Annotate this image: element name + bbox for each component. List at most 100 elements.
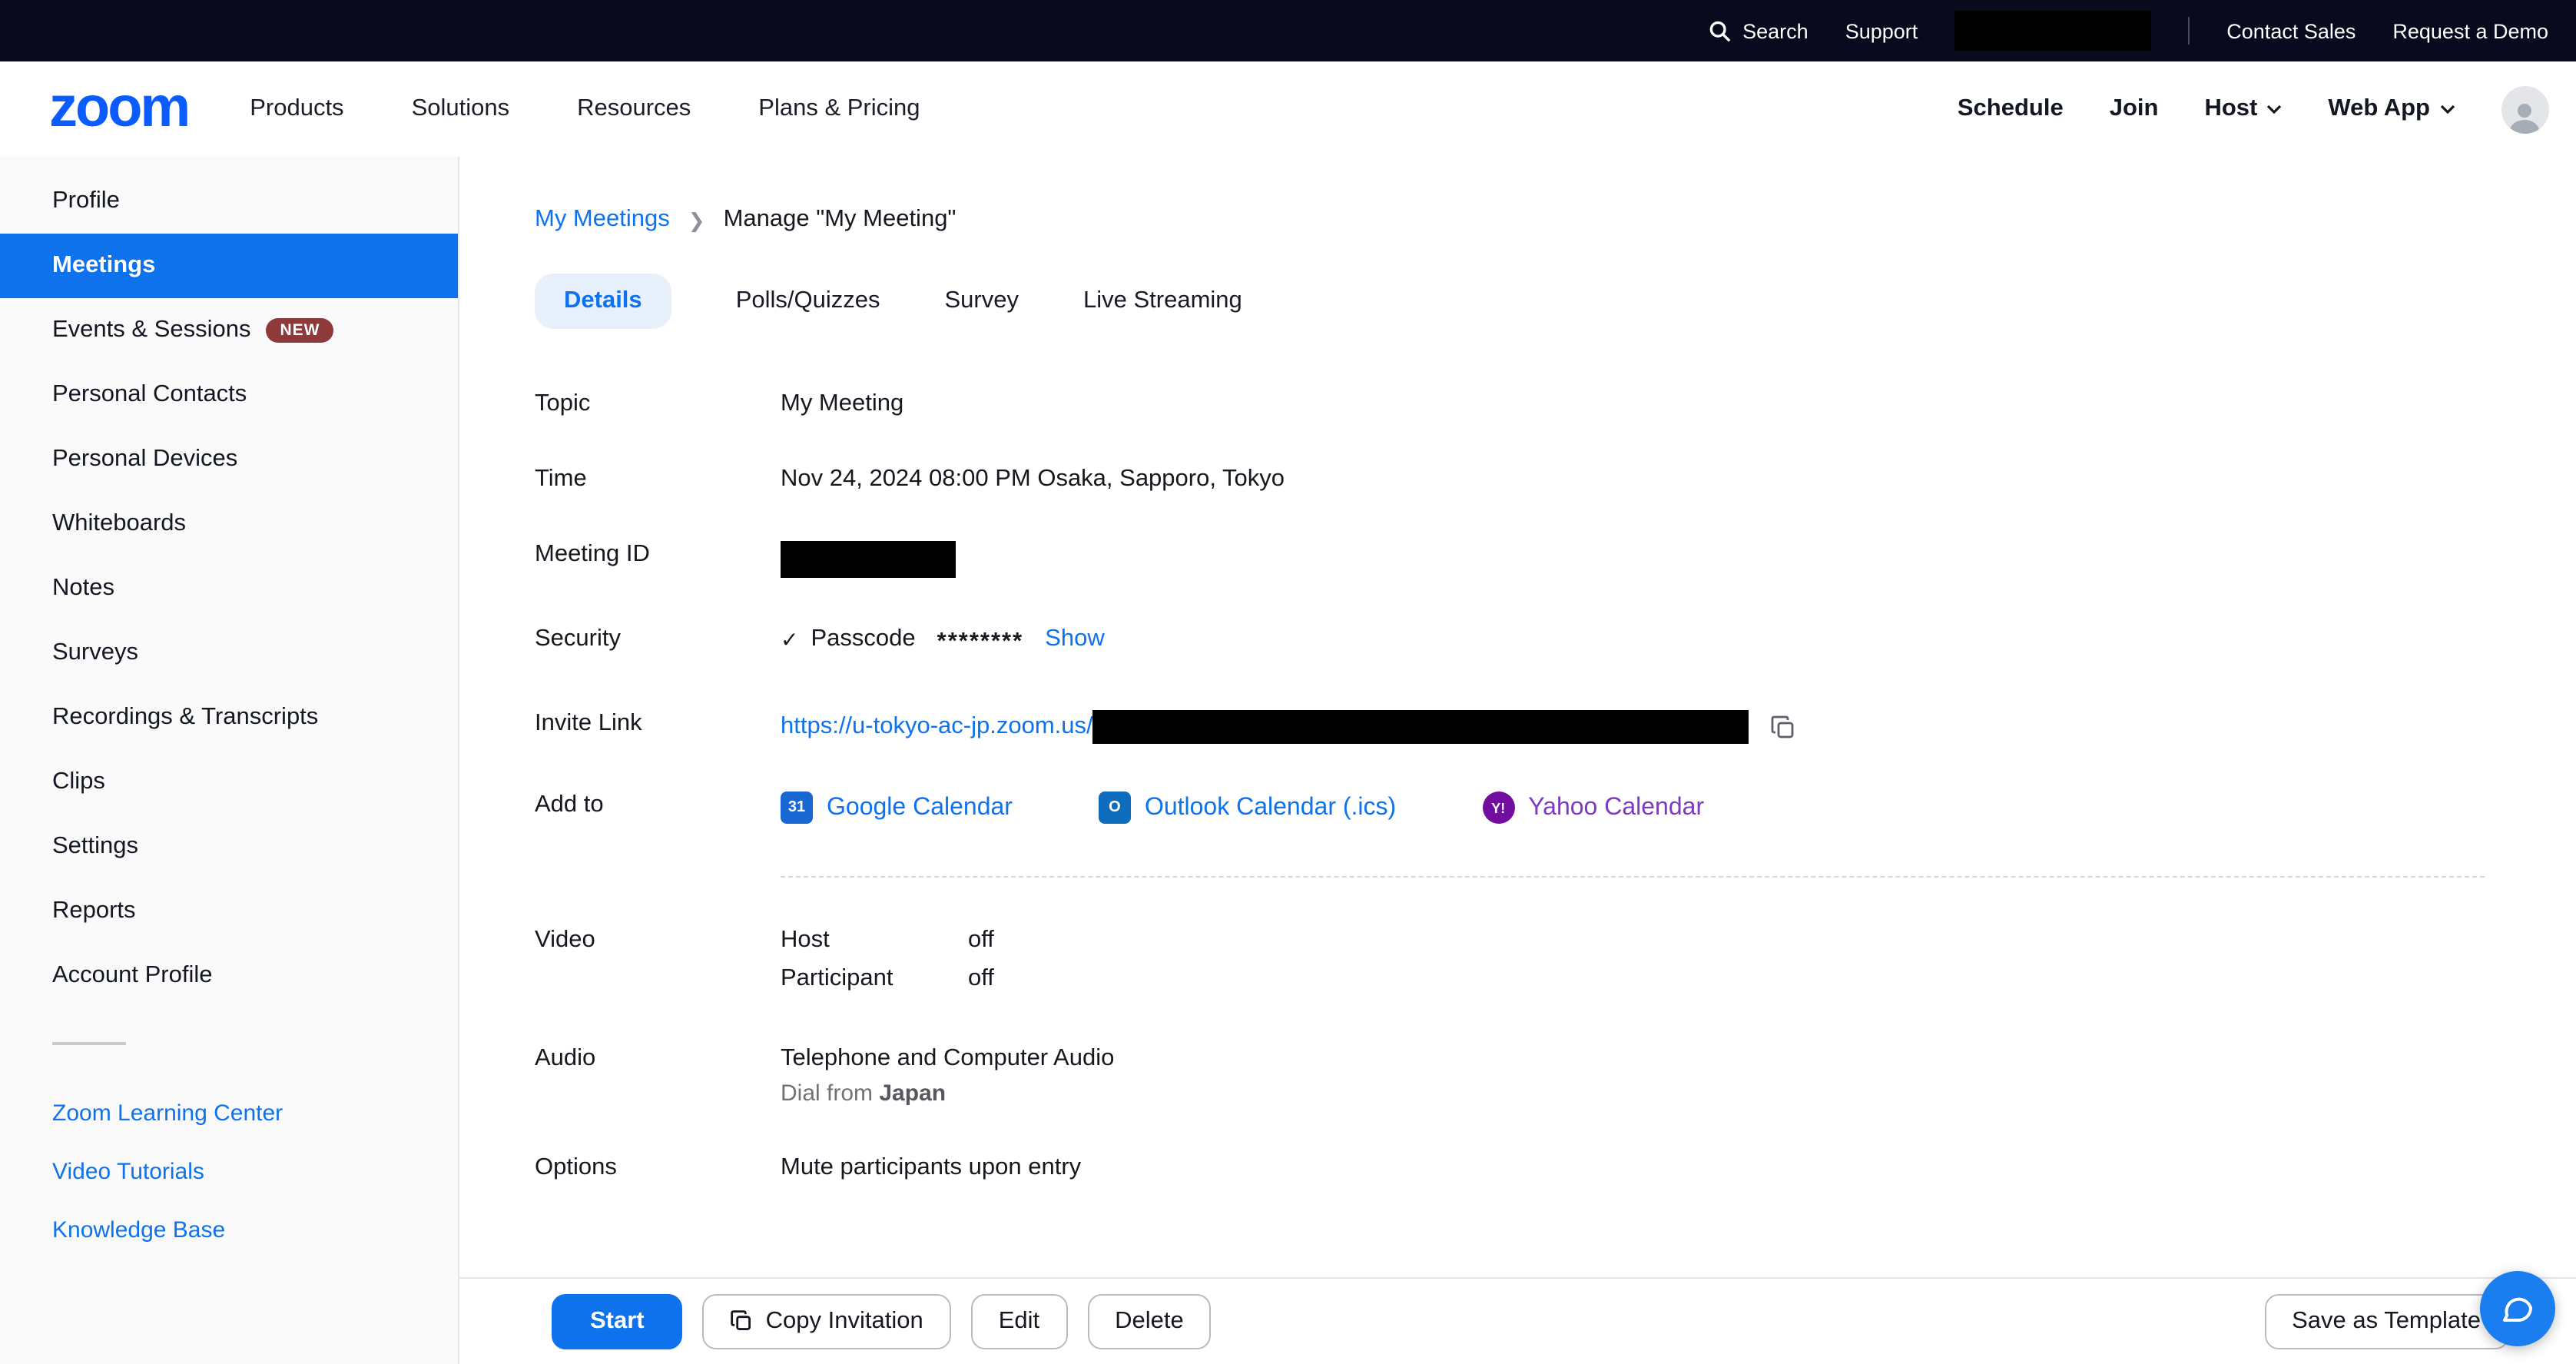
google-calendar-link[interactable]: 31 Google Calendar bbox=[781, 792, 1013, 824]
host-menu[interactable]: Host bbox=[2204, 95, 2282, 123]
security-label: Security bbox=[535, 626, 781, 653]
main-nav: Products Solutions Resources Plans & Pri… bbox=[250, 95, 920, 123]
zoom-web-portal: Search Support Contact Sales Request a D… bbox=[0, 0, 2576, 1364]
sidebar-item-whiteboards[interactable]: Whiteboards bbox=[0, 492, 458, 556]
add-to-label: Add to bbox=[535, 792, 781, 824]
show-passcode-link[interactable]: Show bbox=[1045, 626, 1105, 653]
passcode-label: Passcode bbox=[811, 626, 915, 653]
yahoo-calendar-link[interactable]: Y! Yahoo Calendar bbox=[1482, 792, 1704, 824]
request-demo-link[interactable]: Request a Demo bbox=[2392, 19, 2548, 42]
field-options: Options Mute participants upon entry bbox=[535, 1154, 2484, 1182]
sidebar-item-settings[interactable]: Settings bbox=[0, 815, 458, 879]
chat-bubble-icon bbox=[2498, 1289, 2535, 1326]
meeting-id-label: Meeting ID bbox=[535, 541, 781, 578]
topic-value: My Meeting bbox=[781, 390, 903, 418]
header-actions: Schedule Join Host Web App bbox=[1958, 85, 2548, 133]
redacted-account-info bbox=[1954, 11, 2151, 51]
field-time: Time Nov 24, 2024 08:00 PM Osaka, Sappor… bbox=[535, 466, 2484, 493]
copy-icon bbox=[1771, 714, 1797, 740]
tab-live-streaming[interactable]: Live Streaming bbox=[1083, 274, 1242, 329]
nav-products[interactable]: Products bbox=[250, 95, 343, 123]
sidebar-item-recordings-transcripts[interactable]: Recordings & Transcripts bbox=[0, 685, 458, 750]
top-utility-bar: Search Support Contact Sales Request a D… bbox=[0, 0, 2576, 61]
sidebar-item-account-profile[interactable]: Account Profile bbox=[0, 944, 458, 1008]
video-host-label: Host bbox=[781, 927, 968, 954]
webapp-menu[interactable]: Web App bbox=[2328, 95, 2455, 123]
sidebar-item-meetings[interactable]: Meetings bbox=[0, 234, 458, 298]
copy-icon bbox=[731, 1309, 754, 1332]
dial-from-line: Dial from Japan bbox=[781, 1080, 1114, 1107]
avatar[interactable] bbox=[2501, 85, 2548, 133]
chevron-right-icon: ❯ bbox=[688, 208, 705, 233]
video-label: Video bbox=[535, 927, 781, 1004]
passcode-mask: ******** bbox=[937, 629, 1024, 656]
chevron-down-icon bbox=[2266, 101, 2282, 117]
audio-value: Telephone and Computer Audio bbox=[781, 1045, 1114, 1073]
breadcrumb: My Meetings ❯ Manage "My Meeting" bbox=[535, 206, 2484, 234]
sidebar-link-video-tutorials[interactable]: Video Tutorials bbox=[0, 1143, 458, 1202]
join-link[interactable]: Join bbox=[2110, 95, 2159, 123]
sidebar-item-profile[interactable]: Profile bbox=[0, 169, 458, 234]
google-calendar-icon: 31 bbox=[781, 792, 813, 824]
options-label: Options bbox=[535, 1154, 781, 1182]
start-button[interactable]: Start bbox=[552, 1293, 683, 1349]
nav-plans-pricing[interactable]: Plans & Pricing bbox=[758, 95, 920, 123]
field-video: Video Host off Participant off bbox=[535, 927, 2484, 1004]
search-button[interactable]: Search bbox=[1709, 19, 1809, 42]
field-meeting-id: Meeting ID bbox=[535, 541, 2484, 578]
video-participant-label: Participant bbox=[781, 965, 968, 993]
support-link[interactable]: Support bbox=[1845, 19, 1918, 42]
field-audio: Audio Telephone and Computer Audio Dial … bbox=[535, 1045, 2484, 1107]
nav-resources[interactable]: Resources bbox=[577, 95, 691, 123]
time-value: Nov 24, 2024 08:00 PM Osaka, Sapporo, To… bbox=[781, 466, 1285, 493]
invite-url-link[interactable]: https://u-tokyo-ac-jp.zoom.us/ bbox=[781, 713, 1093, 741]
sidebar-divider bbox=[52, 1042, 126, 1045]
copy-invite-link-button[interactable] bbox=[1771, 714, 1797, 740]
field-invite-link: Invite Link https://u-tokyo-ac-jp.zoom.u… bbox=[535, 710, 2484, 744]
sidebar-item-reports[interactable]: Reports bbox=[0, 879, 458, 944]
tab-survey[interactable]: Survey bbox=[945, 274, 1019, 329]
chevron-down-icon bbox=[2439, 101, 2455, 117]
edit-button[interactable]: Edit bbox=[971, 1293, 1067, 1349]
sidebar-item-surveys[interactable]: Surveys bbox=[0, 621, 458, 685]
search-label: Search bbox=[1742, 19, 1809, 42]
person-icon bbox=[2506, 96, 2543, 133]
main-header: zoom Products Solutions Resources Plans … bbox=[0, 61, 2576, 158]
meeting-details: Topic My Meeting Time Nov 24, 2024 08:00… bbox=[535, 390, 2484, 1182]
video-participant-row: Participant off bbox=[781, 965, 994, 993]
video-host-row: Host off bbox=[781, 927, 994, 954]
contact-sales-link[interactable]: Contact Sales bbox=[2226, 19, 2356, 42]
schedule-link[interactable]: Schedule bbox=[1958, 95, 2064, 123]
sidebar-link-knowledge-base[interactable]: Knowledge Base bbox=[0, 1202, 458, 1260]
video-host-value: off bbox=[968, 927, 994, 954]
time-label: Time bbox=[535, 466, 781, 493]
outlook-calendar-link[interactable]: O Outlook Calendar (.ics) bbox=[1099, 792, 1396, 824]
topbar-divider bbox=[2188, 17, 2190, 45]
dial-from-country: Japan bbox=[879, 1080, 946, 1107]
sidebar-item-events-sessions[interactable]: Events & Sessions NEW bbox=[0, 298, 458, 363]
delete-button[interactable]: Delete bbox=[1087, 1293, 1212, 1349]
invite-link-label: Invite Link bbox=[535, 710, 781, 744]
redacted-meeting-id bbox=[781, 541, 956, 578]
zoom-logo[interactable]: zoom bbox=[49, 78, 188, 134]
check-icon: ✓ bbox=[781, 626, 798, 652]
sidebar-link-learning-center[interactable]: Zoom Learning Center bbox=[0, 1085, 458, 1143]
field-topic: Topic My Meeting bbox=[535, 390, 2484, 418]
breadcrumb-current: Manage "My Meeting" bbox=[724, 206, 956, 234]
new-badge: NEW bbox=[266, 318, 333, 343]
chat-widget-button[interactable] bbox=[2479, 1270, 2554, 1346]
tab-polls-quizzes[interactable]: Polls/Quizzes bbox=[736, 274, 880, 329]
copy-invitation-button[interactable]: Copy Invitation bbox=[703, 1293, 951, 1349]
sidebar-item-personal-devices[interactable]: Personal Devices bbox=[0, 427, 458, 492]
sidebar-item-clips[interactable]: Clips bbox=[0, 750, 458, 815]
redacted-invite-link bbox=[1093, 710, 1749, 744]
tab-details[interactable]: Details bbox=[535, 274, 671, 329]
sidebar-item-notes[interactable]: Notes bbox=[0, 556, 458, 621]
sidebar: Profile Meetings Events & Sessions NEW P… bbox=[0, 157, 459, 1364]
section-divider bbox=[781, 876, 2484, 878]
field-security: Security ✓ Passcode ******** Show bbox=[535, 626, 2484, 653]
sidebar-item-personal-contacts[interactable]: Personal Contacts bbox=[0, 363, 458, 427]
breadcrumb-my-meetings[interactable]: My Meetings bbox=[535, 206, 670, 234]
nav-solutions[interactable]: Solutions bbox=[412, 95, 510, 123]
save-as-template-button[interactable]: Save as Template bbox=[2264, 1293, 2508, 1349]
